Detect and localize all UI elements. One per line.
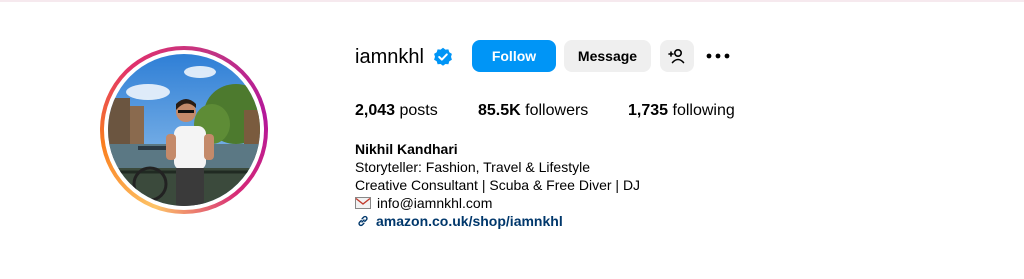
profile-bio: Nikhil Kandhari Storyteller: Fashion, Tr… xyxy=(355,140,955,230)
followers-label: followers xyxy=(525,102,589,119)
bio-line-1: Storyteller: Fashion, Travel & Lifestyle xyxy=(355,159,590,175)
avatar-photo xyxy=(108,54,260,206)
bio-email-row: info@iamnkhl.com xyxy=(355,194,955,212)
mail-icon xyxy=(355,197,371,209)
profile-username: iamnkhl xyxy=(355,46,424,68)
following-stat[interactable]: 1,735 following xyxy=(628,101,735,121)
more-options-icon xyxy=(706,53,730,59)
following-count: 1,735 xyxy=(628,102,669,119)
full-name: Nikhil Kandhari xyxy=(355,141,458,157)
top-divider xyxy=(0,0,1024,2)
bio-external-link[interactable]: amazon.co.uk/shop/iamnkhl xyxy=(376,212,563,230)
profile-avatar[interactable] xyxy=(100,46,268,214)
message-button[interactable]: Message xyxy=(564,40,651,72)
posts-label: posts xyxy=(399,102,438,119)
bio-line-2: Creative Consultant | Scuba & Free Diver… xyxy=(355,177,641,193)
add-user-icon xyxy=(668,48,685,64)
link-icon xyxy=(358,215,368,227)
followers-count: 85.5K xyxy=(478,102,521,119)
bio-email: info@iamnkhl.com xyxy=(377,195,493,211)
avatar-photo-illustration xyxy=(108,54,260,206)
following-label: following xyxy=(672,102,735,119)
add-user-button[interactable] xyxy=(660,40,694,72)
bio-link-row[interactable]: amazon.co.uk/shop/iamnkhl xyxy=(355,212,955,230)
posts-count: 2,043 xyxy=(355,102,396,119)
posts-stat: 2,043 posts xyxy=(355,101,438,121)
follow-button[interactable]: Follow xyxy=(472,40,556,72)
avatar-border xyxy=(104,50,264,210)
more-options-button[interactable] xyxy=(704,44,732,68)
followers-stat[interactable]: 85.5K followers xyxy=(478,101,588,121)
verified-badge-icon xyxy=(434,47,452,66)
